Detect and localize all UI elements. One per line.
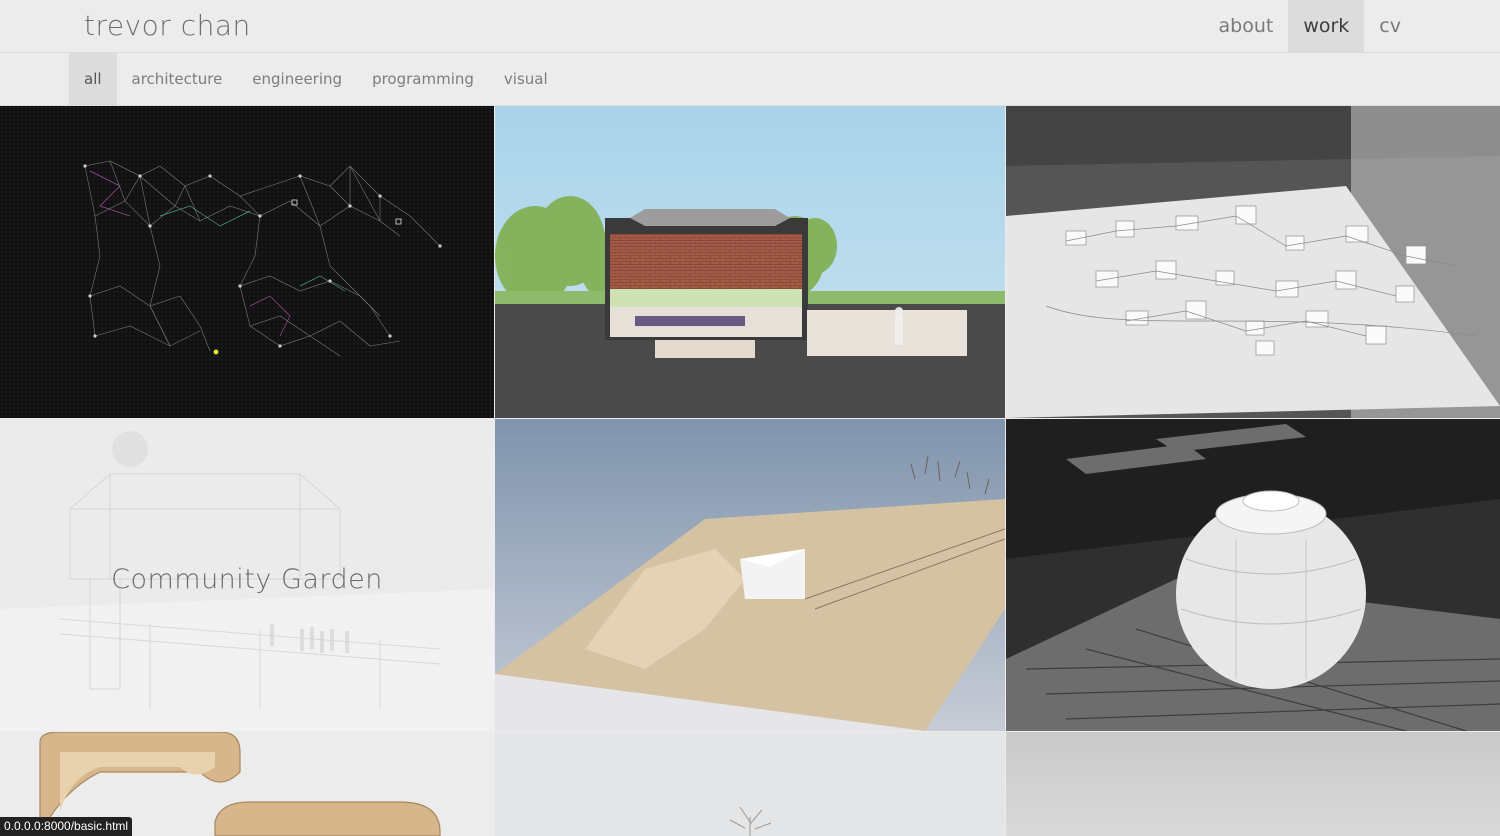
nav-work[interactable]: work	[1288, 0, 1365, 53]
filter-programming[interactable]: programming	[357, 53, 489, 106]
project-grid: Community Garden	[0, 106, 1500, 836]
sphere-model-image	[1006, 419, 1500, 731]
site-model-image	[495, 419, 1005, 731]
project-tile-network-graph[interactable]	[0, 106, 494, 418]
project-tile-site-model[interactable]	[495, 419, 1005, 731]
top-navbar: trevor chan about work cv	[0, 0, 1500, 53]
filter-bar: all architecture engineering programming…	[0, 53, 1500, 106]
project-tile-library-section[interactable]	[495, 106, 1005, 418]
network-graph-image	[0, 106, 494, 418]
nav-about[interactable]: about	[1203, 0, 1288, 53]
project-tile-grey[interactable]	[1006, 732, 1500, 836]
filter-engineering[interactable]: engineering	[237, 53, 357, 106]
project-tile-branches[interactable]	[495, 732, 1005, 836]
library-section-image	[495, 106, 1005, 418]
grid-model-image	[1006, 106, 1500, 418]
grey-backdrop-image	[1006, 732, 1500, 836]
branches-image	[495, 732, 1005, 836]
project-tile-grid-model[interactable]	[1006, 106, 1500, 418]
site-brand[interactable]: trevor chan	[84, 9, 251, 42]
filter-all[interactable]: all	[69, 53, 117, 106]
category-filters: all architecture engineering programming…	[69, 53, 563, 106]
filter-architecture[interactable]: architecture	[117, 53, 238, 106]
project-tile-community-garden[interactable]: Community Garden	[0, 419, 494, 731]
nav-cv[interactable]: cv	[1364, 0, 1416, 53]
browser-status-url: 0.0.0.0:8000/basic.html	[0, 817, 133, 836]
main-nav: about work cv	[1203, 0, 1416, 53]
project-tile-sphere-model[interactable]	[1006, 419, 1500, 731]
tile-hover-title: Community Garden	[111, 564, 383, 595]
filter-visual[interactable]: visual	[489, 53, 563, 106]
